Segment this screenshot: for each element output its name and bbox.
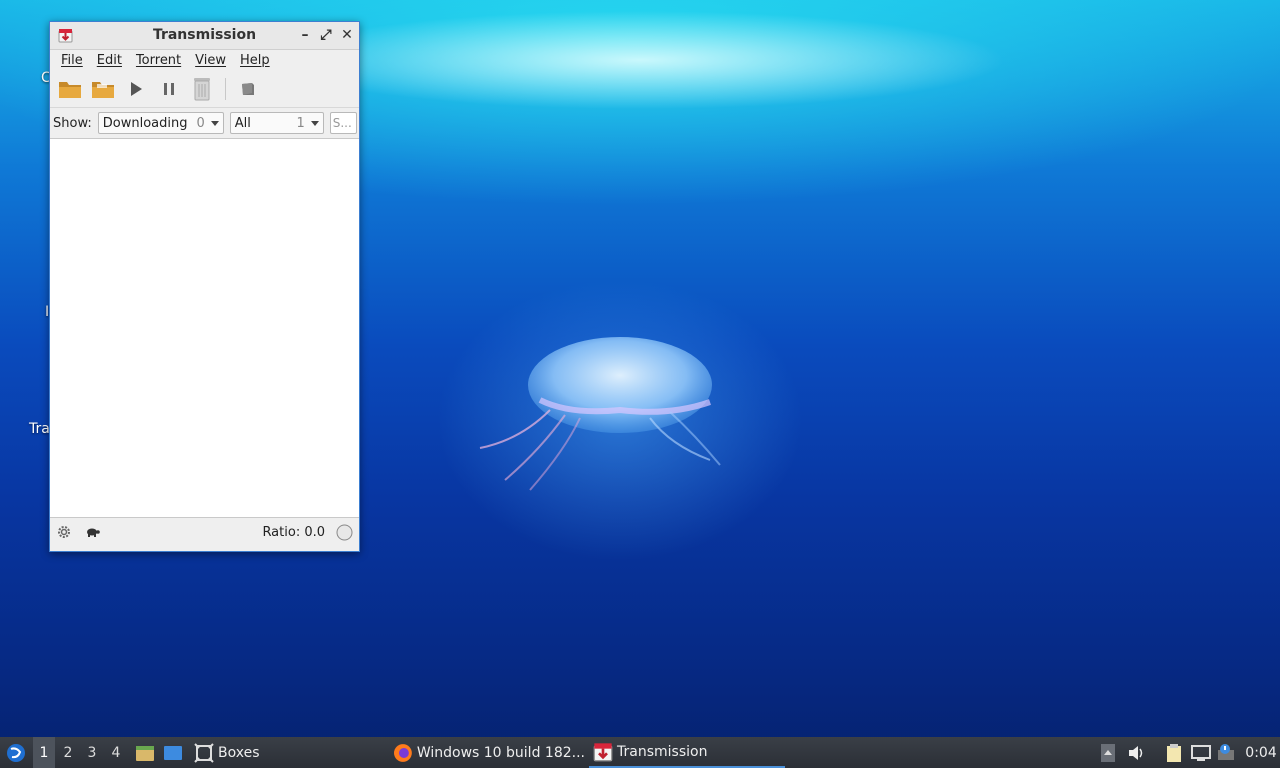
volume-button[interactable] <box>1126 737 1146 768</box>
tracker-filter-count: 1 <box>296 115 305 131</box>
remove-button[interactable] <box>188 75 216 103</box>
toolbar <box>50 71 359 108</box>
notifications-button[interactable] <box>1216 737 1238 768</box>
open-url-button[interactable] <box>89 75 117 103</box>
minimize-button[interactable]: – <box>297 27 313 43</box>
firefox-icon <box>393 743 412 762</box>
close-button[interactable]: ✕ <box>339 27 355 43</box>
menu-file[interactable]: File <box>54 53 90 68</box>
torrent-list[interactable] <box>50 139 359 517</box>
tracker-filter-value: All <box>234 115 251 131</box>
boxes-icon <box>194 742 214 763</box>
ratio-statistics-icon[interactable] <box>336 524 353 541</box>
titlebar[interactable]: Transmission – ⤢ ✕ <box>50 22 359 50</box>
workspace-1[interactable]: 1 <box>33 737 55 768</box>
clipboard-icon <box>1167 743 1181 762</box>
search-input[interactable]: S... <box>329 112 357 134</box>
tracker-filter-combo[interactable]: All 1 <box>229 112 324 134</box>
wallpaper-jellyfish <box>479 337 721 491</box>
properties-button[interactable] <box>234 75 262 103</box>
start-button[interactable] <box>122 75 150 103</box>
file-manager-icon <box>136 745 154 761</box>
task-label: Boxes <box>218 744 260 761</box>
turtle-icon[interactable] <box>84 526 100 538</box>
open-folder-icon <box>59 82 81 98</box>
file-manager-launcher[interactable] <box>134 737 156 768</box>
menu-view[interactable]: View <box>188 53 233 68</box>
transmission-task-icon <box>593 742 613 761</box>
task-firefox[interactable]: Windows 10 build 182... <box>393 737 585 768</box>
filter-bar: Show: Downloading 0 All 1 S... <box>50 108 359 139</box>
menu-edit[interactable]: Edit <box>90 53 129 68</box>
volume-icon <box>1129 745 1143 760</box>
workspace-4[interactable]: 4 <box>105 737 127 768</box>
taskbar: 1 2 3 4 Boxes Windows 10 build 182... Tr… <box>0 737 1280 768</box>
clock[interactable]: 0:04 <box>1245 737 1276 768</box>
clipboard-button[interactable] <box>1163 737 1185 768</box>
show-desktop-launcher[interactable] <box>162 737 184 768</box>
tray-expand-button[interactable] <box>1098 737 1118 768</box>
chevron-up-icon <box>1101 743 1115 762</box>
gear-icon[interactable] <box>56 524 72 540</box>
network-icon <box>1191 744 1211 761</box>
transmission-window: Transmission – ⤢ ✕ File Edit Torrent Vie… <box>49 21 360 552</box>
remove-icon <box>194 78 210 101</box>
workspace-2[interactable]: 2 <box>57 737 79 768</box>
menubar: File Edit Torrent View Help <box>50 50 359 71</box>
menu-torrent[interactable]: Torrent <box>129 53 188 68</box>
properties-icon <box>242 83 254 95</box>
activity-filter-value: Downloading <box>102 115 188 131</box>
workspace-3[interactable]: 3 <box>81 737 103 768</box>
task-boxes[interactable]: Boxes <box>194 737 384 768</box>
desktop-label-fragment-3[interactable]: Tra <box>29 421 50 437</box>
maximize-button[interactable]: ⤢ <box>318 27 334 43</box>
status-bar: Ratio: 0.0 <box>50 517 359 547</box>
show-label: Show: <box>53 115 92 131</box>
task-transmission[interactable]: Transmission <box>589 737 785 768</box>
open-url-folder-icon <box>92 82 114 98</box>
open-torrent-button[interactable] <box>56 75 84 103</box>
desktop-icon <box>164 745 182 760</box>
pause-icon <box>164 83 174 95</box>
menu-help[interactable]: Help <box>233 53 277 68</box>
task-label: Transmission <box>617 743 708 760</box>
activity-filter-combo[interactable]: Downloading 0 <box>97 112 224 134</box>
ratio-label: Ratio: 0.0 <box>262 525 325 540</box>
chevron-down-icon <box>310 120 319 126</box>
activity-filter-count: 0 <box>196 115 205 131</box>
update-notification-icon <box>1218 743 1234 760</box>
chevron-down-icon <box>210 120 219 126</box>
lubuntu-logo-icon <box>7 743 25 762</box>
pause-button[interactable] <box>155 75 183 103</box>
network-button[interactable] <box>1190 737 1212 768</box>
task-label: Windows 10 build 182... <box>416 744 585 761</box>
toolbar-separator <box>225 78 226 100</box>
start-icon <box>131 82 142 96</box>
start-menu-button[interactable] <box>4 737 28 768</box>
